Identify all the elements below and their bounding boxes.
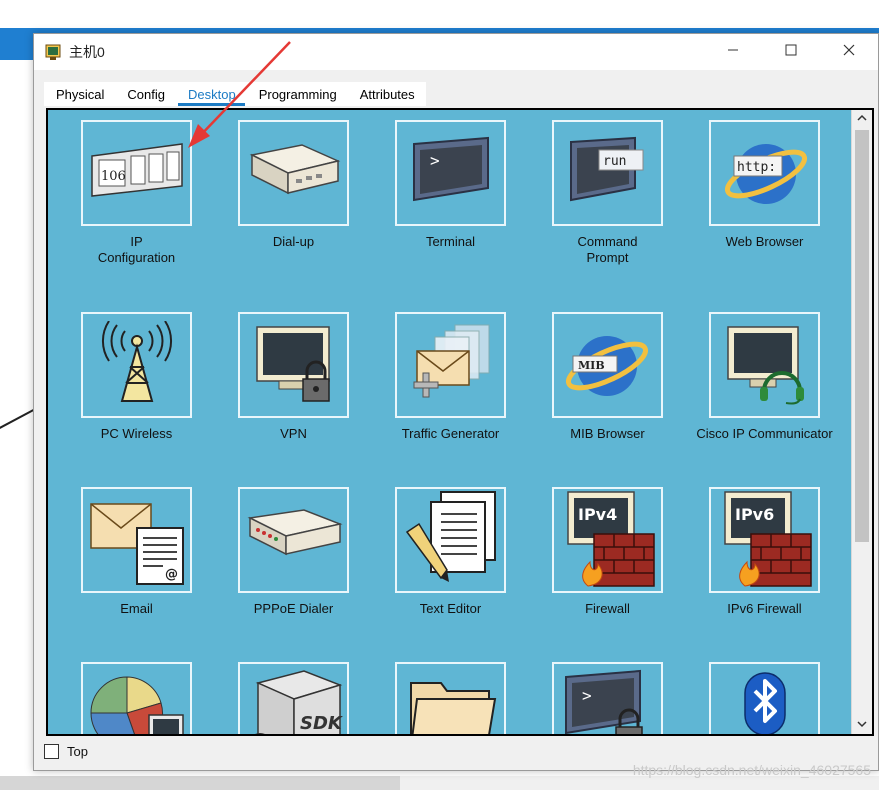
top-checkbox-label: Top [67, 743, 88, 759]
wireless-tower-icon [92, 319, 182, 410]
bottom-bar: Top [44, 740, 88, 762]
command-prompt-run-text: run [603, 154, 626, 169]
app-label: PPPoE Dialer [253, 601, 334, 616]
app-tile[interactable]: > [395, 120, 506, 226]
minimize-button[interactable] [704, 34, 762, 70]
app-label: Web Browser [725, 234, 804, 249]
background-footer [0, 776, 400, 790]
terminal-icon: > [406, 136, 496, 211]
ip-config-icon: 106 [87, 136, 187, 211]
email-icon: @ [87, 489, 187, 591]
app-label: Dial-up [272, 234, 315, 249]
maximize-button[interactable] [762, 34, 820, 70]
watermark: https://blog.csdn.net/weixin_46027565 [632, 762, 871, 778]
app-tile[interactable] [238, 120, 349, 226]
app-tile[interactable]: IPv6 [709, 487, 820, 593]
app-tile[interactable]: @ [81, 487, 192, 593]
firewall-ipv6-text: IPv6 [735, 505, 774, 524]
folder-icon [401, 664, 501, 734]
app-tile[interactable]: run [552, 120, 663, 226]
host-dialog-window: 主机0 Physical Config Desktop Programming … [33, 33, 879, 771]
traffic-generator-icon [403, 321, 499, 410]
close-button[interactable] [820, 34, 878, 70]
pie-chart-monitor-icon [87, 664, 187, 734]
app-label: Firewall [585, 601, 630, 616]
ipv6-firewall-icon: IPv6 [715, 489, 815, 591]
mib-browser-text: MIB [578, 359, 605, 372]
app-label: IPv6 Firewall [727, 601, 802, 616]
bluetooth-icon [715, 664, 815, 734]
tab-desktop[interactable]: Desktop [176, 82, 247, 106]
title-bar[interactable]: 主机0 [34, 34, 878, 70]
vpn-lock-icon [249, 321, 339, 410]
app-tile[interactable] [709, 312, 820, 418]
secure-terminal-icon: > [558, 664, 658, 734]
app-label: Text Editor [419, 601, 482, 616]
app-tile[interactable] [238, 312, 349, 418]
app-label: IP Configuration [97, 234, 176, 265]
tab-config[interactable]: Config [115, 82, 176, 106]
vertical-scrollbar[interactable] [851, 110, 872, 734]
app-tile[interactable]: MIB [552, 312, 663, 418]
sdk-box-icon: SDK [244, 664, 344, 734]
app-tile[interactable] [81, 312, 192, 418]
app-tile[interactable]: SDK [238, 662, 349, 734]
scroll-up-button[interactable] [852, 110, 872, 128]
desktop-panel: 106 IP Configuration Dial-up > Terminal … [46, 108, 874, 736]
app-label: VPN [280, 426, 307, 441]
app-label: Command Prompt [577, 234, 638, 265]
secure-terminal-prompt-symbol: > [582, 686, 592, 705]
packet-tracer-app-icon [42, 40, 66, 64]
background-footer-right [400, 776, 879, 790]
firewall-icon: IPv4 [558, 489, 658, 591]
app-label: Cisco IP Communicator [696, 426, 833, 441]
top-checkbox[interactable] [44, 743, 59, 759]
email-at-symbol: @ [165, 567, 178, 582]
tab-programming[interactable]: Programming [247, 82, 348, 106]
text-editor-icon [401, 489, 501, 591]
app-tile[interactable] [81, 662, 192, 734]
command-prompt-icon: run [563, 136, 653, 211]
web-browser-icon: http: [720, 134, 810, 213]
web-browser-http-text: http: [737, 160, 776, 175]
app-tile[interactable]: IPv4 [552, 487, 663, 593]
app-label: PC Wireless [100, 426, 173, 441]
scroll-thumb[interactable] [855, 130, 869, 542]
minimize-icon [727, 43, 739, 61]
app-tile[interactable]: http: [709, 120, 820, 226]
mib-browser-icon: MIB [563, 326, 653, 405]
ip-communicator-headset-icon [720, 321, 810, 410]
pppoe-dialer-icon [244, 508, 344, 573]
app-label: Traffic Generator [401, 426, 500, 441]
chevron-down-icon [857, 718, 867, 732]
app-tile[interactable] [395, 312, 506, 418]
app-tile[interactable] [395, 662, 506, 734]
sdk-text: SDK [300, 713, 344, 734]
window-title: 主机0 [69, 44, 105, 60]
app-tile[interactable] [395, 487, 506, 593]
close-icon [843, 43, 855, 61]
tab-physical[interactable]: Physical [44, 82, 115, 106]
terminal-prompt-symbol: > [430, 151, 440, 170]
scroll-down-button[interactable] [852, 716, 872, 734]
app-tile[interactable]: 106 [81, 120, 192, 226]
app-label: Terminal [425, 234, 476, 249]
chevron-up-icon [857, 112, 867, 126]
ip-config-icon-text: 106 [101, 169, 126, 184]
app-tile[interactable]: > [552, 662, 663, 734]
modem-icon [244, 141, 344, 206]
app-tile[interactable] [709, 662, 820, 734]
tab-attributes[interactable]: Attributes [348, 82, 426, 106]
app-tile[interactable] [238, 487, 349, 593]
app-label: MIB Browser [570, 426, 645, 441]
app-label: Email [120, 601, 153, 616]
firewall-ipv4-text: IPv4 [578, 505, 617, 524]
tab-bar: Physical Config Desktop Programming Attr… [44, 82, 426, 106]
maximize-icon [785, 43, 797, 61]
app-grid: 106 IP Configuration Dial-up > Terminal … [48, 110, 853, 734]
